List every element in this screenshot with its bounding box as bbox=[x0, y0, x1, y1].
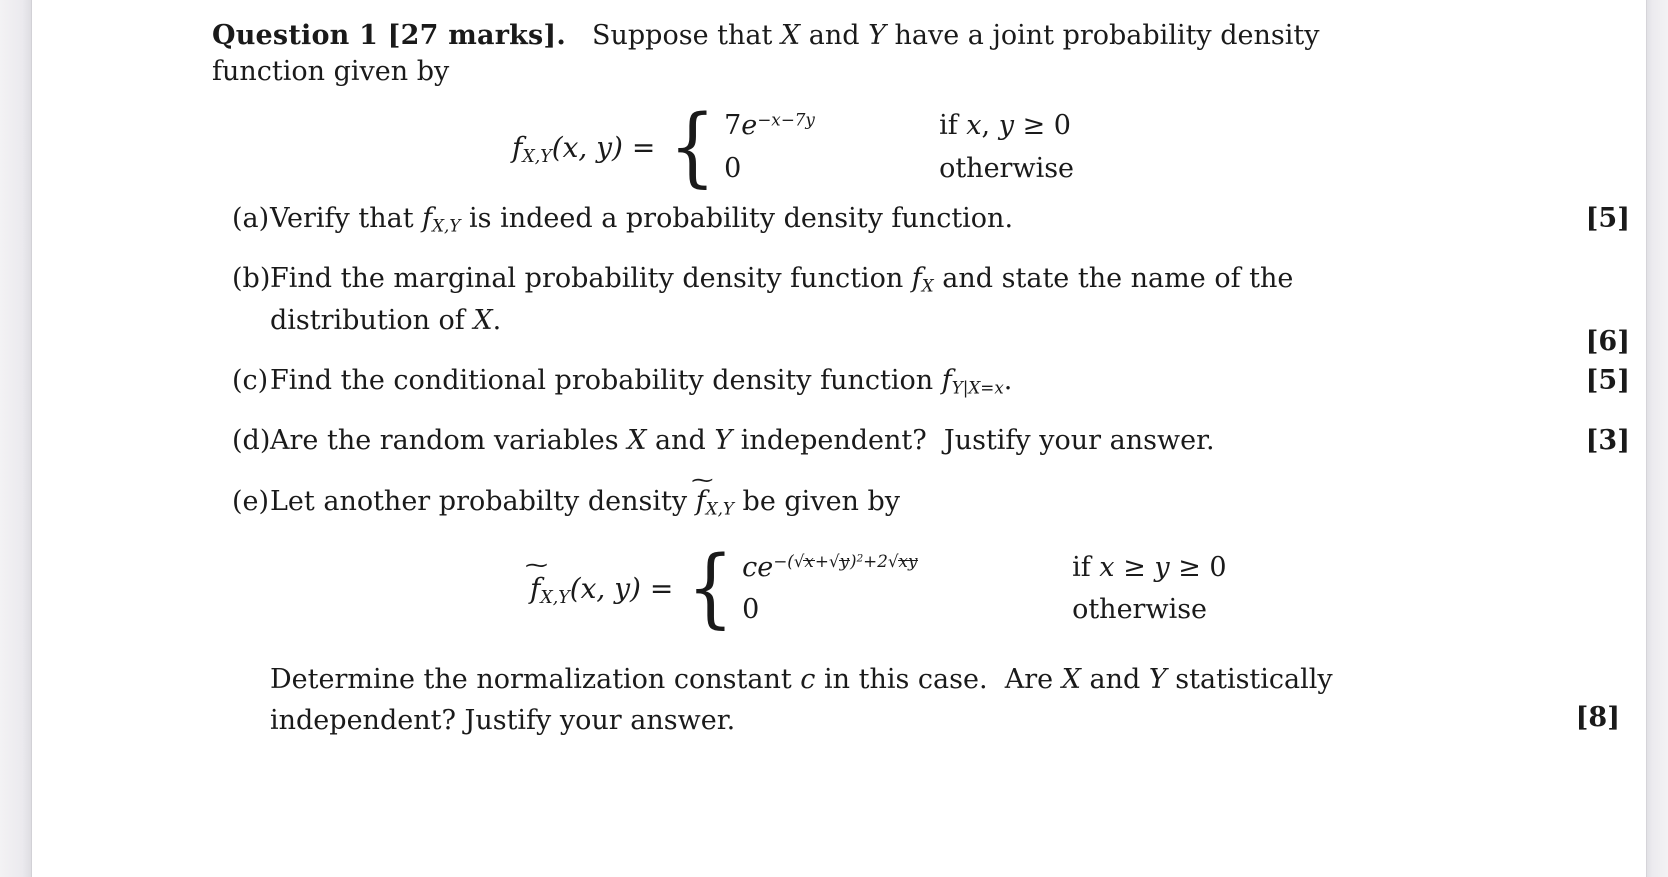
equation-1-case-1: 7e−x−7y if x, y ≥ 0 bbox=[724, 108, 1074, 144]
equation-2-brace: { bbox=[687, 538, 734, 639]
question-content: Question 1 [27 marks]. Suppose that X and… bbox=[212, 18, 1630, 740]
part-d-label: (d) bbox=[232, 425, 271, 457]
equation-2-case-2: 0 otherwise bbox=[742, 592, 1226, 628]
question-part-b: (b) Find the marginal probability densit… bbox=[212, 261, 1630, 357]
part-e-tail-line2: independent? Justify your answer. bbox=[270, 705, 736, 737]
equation-1-case-2-condition: otherwise bbox=[939, 152, 1075, 184]
equation-joint-density: fX,Y(x, y) = { 7e−x−7y if x, y ≥ 0 0 oth… bbox=[212, 96, 1502, 197]
page-gutter-left bbox=[0, 0, 32, 877]
equation-2-case-1: ce−(√x+√y)2+2√xy if x ≥ y ≥ 0 bbox=[742, 550, 1226, 586]
equation-1-lhs: fX,Y(x, y) = bbox=[512, 130, 656, 167]
question-intro-line2: function given by bbox=[212, 56, 450, 88]
question-parts-list: (a) Verify that fX,Y is indeed a probabi… bbox=[212, 201, 1630, 740]
equation-1-brace: { bbox=[669, 96, 716, 197]
equation-2-case-2-condition: otherwise bbox=[1072, 593, 1208, 625]
part-c-body: Find the conditional probability density… bbox=[270, 365, 1013, 398]
document-page: Question 1 [27 marks]. Suppose that X and… bbox=[32, 0, 1646, 877]
equation-2-case-2-value: 0 bbox=[742, 593, 760, 625]
document-viewer: Question 1 [27 marks]. Suppose that X and… bbox=[0, 0, 1668, 877]
part-e-intro: Let another probabilty density ~ fX,Y be … bbox=[270, 466, 901, 519]
part-c-label: (c) bbox=[232, 365, 269, 397]
equation-1-case-2: 0 otherwise bbox=[724, 151, 1074, 187]
equation-tilde-density: ~ fX,Y(x, y) = { ce−(√x+√y)2+2√xy if x ≥ … bbox=[270, 538, 1492, 639]
part-b-marks: [6] bbox=[1585, 325, 1630, 357]
part-a-label: (a) bbox=[232, 202, 270, 234]
page-gutter-right bbox=[1646, 0, 1668, 877]
equation-2-lhs: ~ fX,Y(x, y) = bbox=[522, 552, 674, 608]
part-e-label: (e) bbox=[232, 485, 270, 517]
question-part-e: (e) Let another probabilty density ~ fX,Y… bbox=[212, 466, 1620, 740]
question-heading: Question 1 [27 marks]. Suppose that X and… bbox=[212, 18, 1502, 90]
question-heading-bold: Question 1 [27 marks]. bbox=[212, 20, 567, 51]
part-a-body: Verify that fX,Y is indeed a probability… bbox=[270, 202, 1014, 236]
part-e-marks: [8] bbox=[1575, 702, 1620, 734]
part-e-body: Let another probabilty density ~ fX,Y be … bbox=[270, 466, 1620, 740]
equation-1-case-1-condition: if x, y ≥ 0 bbox=[939, 110, 1071, 142]
equation-2-case-1-condition: if x ≥ y ≥ 0 bbox=[1072, 551, 1227, 583]
question-part-c: (c) Find the conditional probability den… bbox=[212, 363, 1630, 399]
part-b-body: Find the marginal probability density fu… bbox=[270, 262, 1294, 337]
part-c-marks: [5] bbox=[1585, 365, 1630, 397]
equation-1-case-2-value: 0 bbox=[724, 152, 742, 184]
question-intro-line1: Suppose that X and Y have a joint probab… bbox=[592, 20, 1320, 51]
part-b-label: (b) bbox=[232, 262, 271, 294]
part-a-marks: [5] bbox=[1585, 202, 1630, 234]
question-part-a: (a) Verify that fX,Y is indeed a probabi… bbox=[212, 201, 1630, 237]
part-e-tail-line1: Determine the normalization constant c i… bbox=[270, 664, 1333, 696]
question-part-d: (d) Are the random variables X and Y ind… bbox=[212, 423, 1630, 459]
part-e-tail: Determine the normalization constant c i… bbox=[270, 662, 1620, 739]
part-d-marks: [3] bbox=[1585, 425, 1630, 457]
part-d-body: Are the random variables X and Y indepen… bbox=[270, 425, 1215, 457]
